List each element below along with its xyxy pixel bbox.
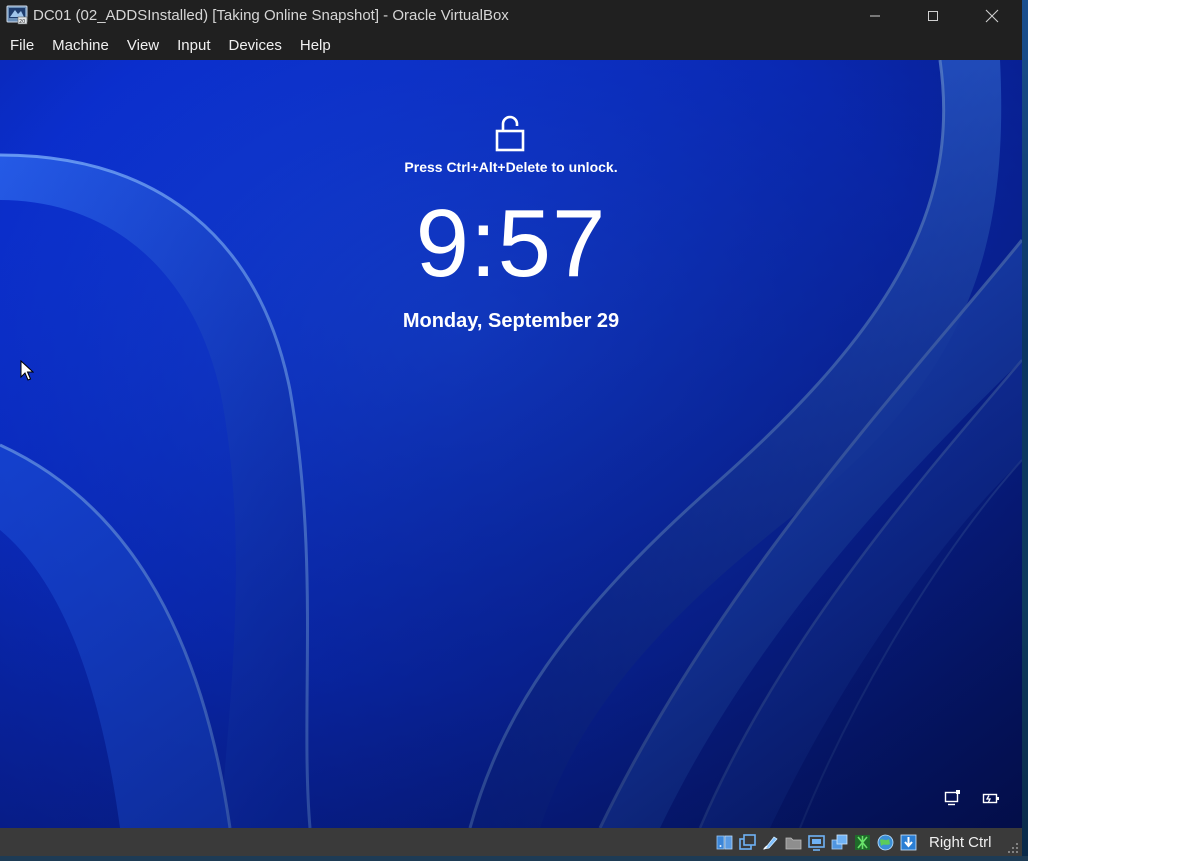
- menu-file[interactable]: File: [0, 32, 43, 60]
- hard-disk-icon[interactable]: [715, 833, 734, 852]
- unlocked-padlock-icon: [495, 115, 525, 152]
- menu-machine[interactable]: Machine: [43, 32, 118, 60]
- menu-bar: File Machine View Input Devices Help: [0, 32, 1022, 60]
- close-button[interactable]: [963, 0, 1021, 32]
- host-taskbar-edge: [0, 856, 1028, 861]
- menu-devices[interactable]: Devices: [220, 32, 291, 60]
- keyboard-capture-icon[interactable]: [899, 833, 918, 852]
- lockscreen-date: Monday, September 29: [402, 310, 620, 332]
- host-key-label[interactable]: Right Ctrl: [929, 834, 992, 851]
- status-icons: [715, 832, 918, 852]
- menu-view[interactable]: View: [118, 32, 168, 60]
- network-globe-icon[interactable]: [876, 833, 895, 852]
- audio-icon[interactable]: [761, 833, 780, 852]
- minimize-icon: [870, 15, 880, 17]
- lockscreen-clock: 9:57: [415, 190, 607, 297]
- virtualbox-vm-icon[interactable]: 20: [6, 5, 28, 25]
- display-icon[interactable]: [807, 833, 826, 852]
- video-capture-icon[interactable]: [830, 833, 849, 852]
- minimize-button[interactable]: [846, 0, 904, 32]
- title-bar[interactable]: 20 DC01 (02_ADDSInstalled) [Taking Onlin…: [0, 0, 1022, 32]
- mouse-pointer-icon: [20, 360, 34, 381]
- power-battery-icon[interactable]: [982, 789, 1000, 807]
- mouse-integration-icon[interactable]: [853, 833, 872, 852]
- status-bar: Right Ctrl: [0, 828, 1022, 856]
- maximize-button[interactable]: [904, 0, 962, 32]
- optical-drive-icon[interactable]: [738, 833, 757, 852]
- maximize-icon: [928, 11, 938, 21]
- network-icon[interactable]: [944, 789, 962, 807]
- menu-input[interactable]: Input: [168, 32, 219, 60]
- svg-text:20: 20: [19, 19, 25, 25]
- vm-display[interactable]: Press Ctrl+Alt+Delete to unlock. 9:57 Mo…: [0, 60, 1022, 828]
- menu-help[interactable]: Help: [291, 32, 340, 60]
- window-title: DC01 (02_ADDSInstalled) [Taking Online S…: [33, 7, 509, 24]
- unlock-hint: Press Ctrl+Alt+Delete to unlock.: [404, 159, 618, 175]
- close-icon: [985, 9, 999, 23]
- lockscreen-wallpaper: [0, 60, 1022, 828]
- host-desktop-edge: [1022, 0, 1028, 861]
- virtualbox-window: 20 DC01 (02_ADDSInstalled) [Taking Onlin…: [0, 0, 1022, 856]
- resize-grip-icon[interactable]: [1005, 840, 1019, 854]
- shared-folders-icon[interactable]: [784, 833, 803, 852]
